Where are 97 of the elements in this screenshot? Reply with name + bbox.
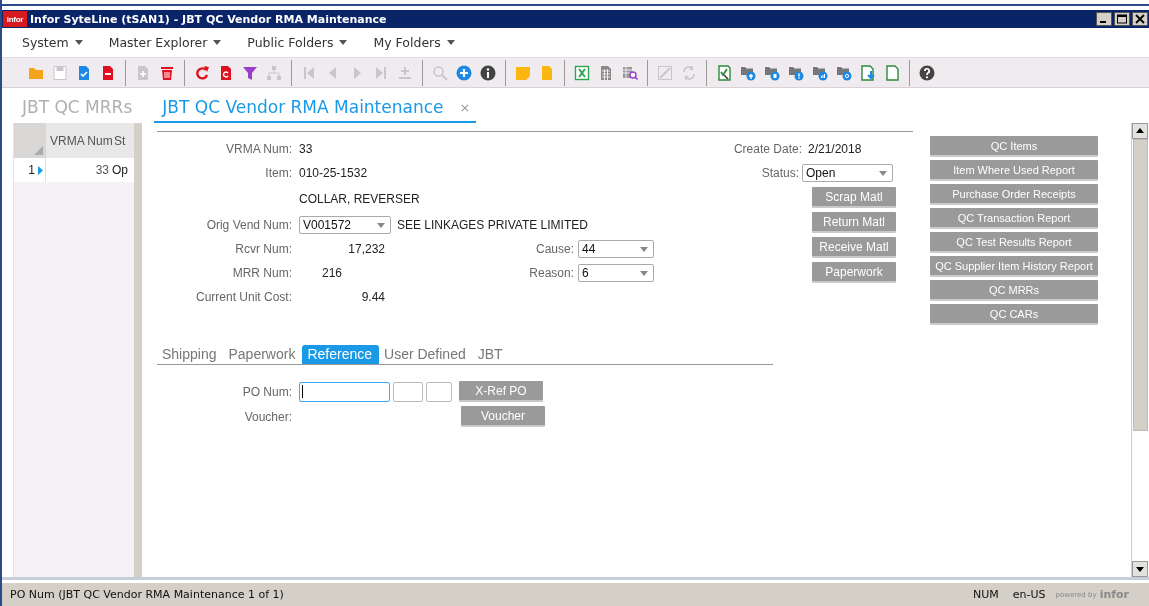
field-value: 010-25-1532 (299, 166, 368, 180)
tab[interactable]: Reference (302, 345, 379, 364)
field-value: 33 (299, 142, 313, 156)
caret-icon (640, 246, 648, 252)
document-icon[interactable] (884, 64, 900, 81)
column-header[interactable]: St (114, 133, 134, 148)
logo: infor (3, 11, 27, 27)
dropdown-field[interactable]: 44 (578, 240, 654, 258)
row-number: 1 (28, 163, 35, 177)
scroll-down-icon[interactable] (1132, 561, 1148, 577)
document-refresh-icon[interactable] (218, 64, 234, 81)
action-button[interactable]: Receive Matl (812, 237, 896, 258)
folder-badge-icon[interactable] (788, 64, 804, 81)
close-tab-icon[interactable]: × (459, 99, 471, 115)
field-label: PO Num: (241, 384, 292, 399)
table-icon[interactable] (598, 64, 614, 81)
tab[interactable]: Shipping (157, 345, 224, 364)
window-title: Infor SyteLine (tSAN1) - JBT QC Vendor RMA Maintenance (30, 12, 388, 26)
num-lock-indicator: NUM (973, 588, 999, 601)
field-value: 2/21/2018 (808, 142, 862, 156)
field-label: Create Date: (732, 142, 802, 156)
menu-item[interactable]: My Folders (373, 33, 455, 52)
add-icon[interactable] (456, 64, 472, 81)
close-icon[interactable] (1132, 12, 1148, 26)
field-value: 216 (320, 266, 342, 280)
maximize-icon[interactable] (1114, 12, 1130, 26)
table-search-icon[interactable] (622, 64, 638, 81)
caret-icon (74, 40, 83, 45)
report-button[interactable]: QC Test Results Report (930, 232, 1098, 253)
tab[interactable]: User Defined (379, 345, 473, 364)
table-cell-text: 33 (94, 163, 110, 177)
dropdown-field[interactable]: 6 (578, 264, 654, 282)
spreadsheet-icon[interactable] (574, 64, 590, 81)
tab[interactable]: JBT QC MRRs (22, 97, 139, 123)
report-button[interactable]: QC Items (930, 136, 1098, 157)
caret-icon (213, 40, 222, 45)
field-label: Item: (264, 166, 292, 180)
field-label: Rcvr Num: (234, 242, 292, 256)
document-download-icon[interactable] (860, 64, 876, 81)
action-button[interactable]: Scrap Matl (812, 187, 896, 208)
report-button[interactable]: QC Supplier Item History Report (930, 256, 1098, 277)
tab[interactable]: JBT (472, 345, 510, 364)
column-header[interactable]: VRMA Num (46, 133, 114, 148)
scroll-up-icon[interactable] (1132, 123, 1148, 139)
report-button[interactable]: Purchase Order Receipts (930, 184, 1098, 205)
scrollbar-thumb[interactable] (1133, 139, 1148, 431)
description-text: COLLAR, REVERSER (299, 192, 420, 206)
trash-icon[interactable] (159, 64, 175, 81)
help-icon[interactable] (919, 64, 935, 81)
dropdown-field[interactable]: Open (802, 164, 893, 182)
voucher-button[interactable]: Voucher (461, 406, 545, 427)
input-field[interactable] (426, 381, 452, 402)
field-label: MRR Num: (231, 266, 292, 280)
field-label: Status: (760, 166, 799, 180)
folder-badge-icon[interactable] (812, 64, 828, 81)
tab[interactable]: Paperwork (223, 345, 303, 364)
info-icon[interactable] (480, 64, 496, 81)
menu-item[interactable]: Master Explorer (108, 33, 222, 52)
caret-icon (339, 40, 348, 45)
xref-button[interactable]: X-Ref PO (459, 381, 543, 402)
field-value: 17,232 (347, 242, 385, 256)
document-minus-icon[interactable] (100, 64, 116, 81)
report-button[interactable]: Item Where Used Report (930, 160, 1098, 181)
folder-badge-icon[interactable] (740, 64, 756, 81)
refresh-icon[interactable] (194, 64, 210, 81)
document-check-icon[interactable] (76, 64, 92, 81)
caret-icon (879, 170, 887, 176)
folder-badge-icon[interactable] (764, 64, 780, 81)
field-label: Voucher: (243, 409, 292, 424)
status-message: PO Num (JBT QC Vendor RMA Maintenance 1 of 1) (10, 588, 285, 601)
table-cell-text: Op (112, 163, 129, 177)
folder-badge-icon[interactable] (836, 64, 852, 81)
brand-logo: infor (1099, 588, 1129, 601)
action-button[interactable]: Paperwork (812, 262, 896, 283)
menu-item[interactable]: Public Folders (247, 33, 348, 52)
document-check-icon[interactable] (716, 64, 732, 81)
caret-icon (377, 222, 385, 228)
field-label: Current Unit Cost: (194, 290, 292, 304)
action-button[interactable]: Return Matl (812, 212, 896, 233)
minimize-icon[interactable] (1096, 12, 1112, 26)
field-label: Cause: (535, 242, 574, 256)
caret-icon (640, 270, 648, 276)
dropdown-field[interactable]: V001572 (299, 216, 391, 234)
report-button[interactable]: QC CARs (930, 304, 1098, 325)
menu-item[interactable]: System (22, 33, 83, 52)
input-field[interactable] (299, 381, 390, 402)
caret-icon (446, 40, 455, 45)
locale-indicator: en-US (1012, 588, 1046, 601)
field-label: Reason: (529, 266, 574, 280)
field-value: 9.44 (360, 290, 385, 304)
input-field[interactable] (393, 381, 423, 402)
field-label: Orig Vend Num: (205, 218, 292, 232)
filter-icon[interactable] (242, 64, 258, 81)
report-button[interactable]: QC Transaction Report (930, 208, 1098, 229)
report-button[interactable]: QC MRRs (930, 280, 1098, 301)
field-label: VRMA Num: (225, 142, 292, 156)
vendor-name: SEE LINKAGES PRIVATE LIMITED (397, 218, 588, 232)
